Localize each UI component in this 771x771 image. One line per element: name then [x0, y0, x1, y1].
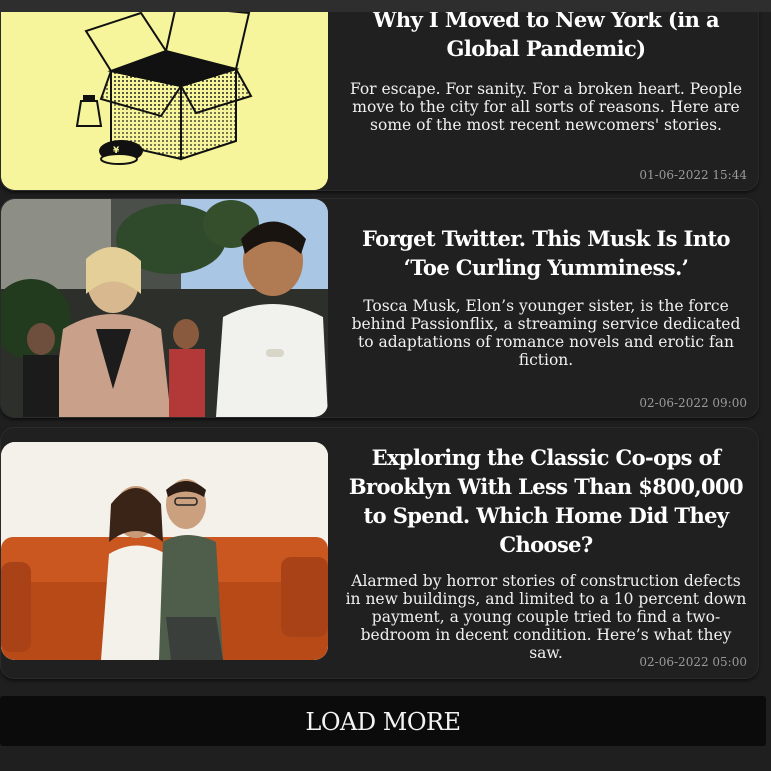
article-feed: ¥ Why I Moved to New York (in a Global P…	[0, 0, 771, 771]
article-thumbnail[interactable]	[1, 442, 328, 660]
article-title[interactable]: Why I Moved to New York (in a Global Pan…	[337, 5, 755, 63]
article-date: 02-06-2022 05:00	[639, 655, 747, 669]
couple-on-sofa-photo-icon	[1, 442, 328, 660]
article-description: Alarmed by horror stories of constructio…	[345, 572, 747, 662]
article-card[interactable]: Forget Twitter. This Musk Is Into ‘Toe C…	[0, 198, 759, 418]
article-card[interactable]: ¥ Why I Moved to New York (in a Global P…	[0, 0, 759, 191]
article-content: Why I Moved to New York (in a Global Pan…	[337, 5, 755, 134]
article-description: For escape. For sanity. For a broken hea…	[349, 80, 743, 134]
article-content: Exploring the Classic Co-ops of Brooklyn…	[337, 443, 755, 662]
article-date: 02-06-2022 09:00	[639, 396, 747, 410]
moving-box-illustration-icon: ¥	[1, 0, 328, 190]
svg-text:¥: ¥	[113, 146, 120, 156]
article-content: Forget Twitter. This Musk Is Into ‘Toe C…	[337, 224, 755, 369]
top-bar	[0, 0, 771, 12]
article-description: Tosca Musk, Elon’s younger sister, is th…	[351, 297, 741, 369]
article-date: 01-06-2022 15:44	[639, 168, 747, 182]
article-thumbnail[interactable]: ¥	[1, 0, 328, 190]
article-thumbnail[interactable]	[1, 199, 328, 417]
load-more-button[interactable]: LOAD MORE	[0, 696, 766, 746]
party-couple-photo-icon	[1, 199, 328, 417]
article-title[interactable]: Forget Twitter. This Musk Is Into ‘Toe C…	[337, 224, 755, 282]
article-card[interactable]: Exploring the Classic Co-ops of Brooklyn…	[0, 427, 759, 679]
article-title[interactable]: Exploring the Classic Co-ops of Brooklyn…	[337, 443, 755, 559]
